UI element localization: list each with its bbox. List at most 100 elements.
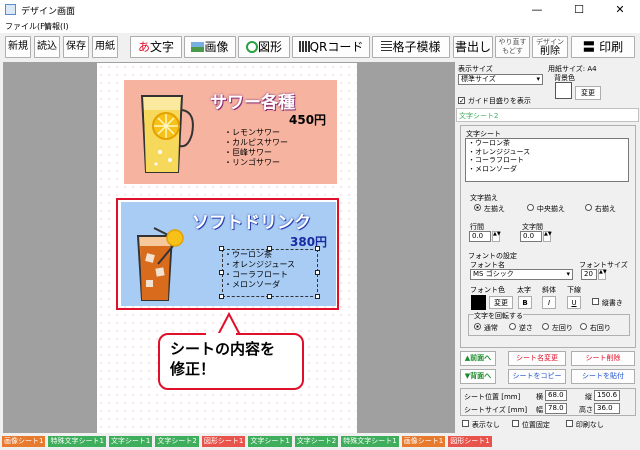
radio-icon [527,204,534,211]
font-color-swatch[interactable] [471,295,486,310]
lock-position-checkbox[interactable]: 位置固定 [512,420,550,430]
print-button-label: 印刷 [599,40,624,54]
sheet-tab[interactable]: 文字シート2 [294,436,339,447]
sheet-tab[interactable]: 図形シート1 [448,436,492,447]
rename-sheet-button[interactable]: シート名変更 [508,351,566,366]
sheet-tab[interactable]: 文字シート1 [108,436,153,447]
menu-file[interactable]: ファイル(F) [5,21,48,32]
char-gap-spinner[interactable]: ▲▼ [543,231,552,242]
qr-button[interactable]: QRコード [292,36,370,58]
sour-price: 450円 [289,113,327,127]
load-button[interactable]: 読込 [34,36,60,58]
font-size-input[interactable]: 20 [581,269,597,280]
resize-handle-t[interactable] [267,246,272,251]
grid-icon [381,41,393,52]
size-label: シートサイズ [mm] [464,406,528,414]
position-label: シート位置 [mm] [464,393,521,401]
print-button[interactable]: 〓 印刷 [571,36,635,58]
delete-sheet-button[interactable]: シート削除 [571,351,635,366]
sheet-tab[interactable]: 画像シート1 [401,436,446,447]
bg-color-change-button[interactable]: 変更 [575,86,601,100]
maximize-button[interactable]: ☐ [559,0,599,20]
line-gap-spinner[interactable]: ▲▼ [492,231,501,242]
chevron-down-icon: ▾ [536,75,540,83]
bg-color-swatch[interactable] [555,82,572,99]
window-title: デザイン画面 [21,7,76,17]
sheet-tab[interactable]: 文字シート2 [155,436,199,447]
grid-pattern-button[interactable]: 格子模様 [372,36,450,58]
new-button[interactable]: 新規 [5,36,31,58]
paper-button[interactable]: 用紙 [92,36,118,58]
resize-handle-br[interactable] [315,294,320,299]
resize-handle-bl[interactable] [219,294,224,299]
redo-label: やり直す [498,38,527,46]
line-gap-input[interactable]: 0.0 [469,231,491,242]
export-button[interactable]: 書出し [453,36,493,58]
circle-shape-icon [245,41,258,53]
horizontal-input[interactable]: 68.0 [545,390,567,401]
copy-sheet-button[interactable]: シートをコピー [508,369,566,384]
menu-info[interactable]: 情報(I) [44,21,69,32]
align-left-radio[interactable]: 左揃え [474,204,505,214]
resize-handle-tl[interactable] [219,246,224,251]
font-color-change-button[interactable]: 変更 [489,296,513,309]
design-delete-button[interactable]: デザイン 削除 [532,36,568,58]
save-button[interactable]: 保存 [63,36,89,58]
undo-button[interactable]: やり直す もどす [495,36,530,58]
sheet-tab[interactable]: 特殊文字シート1 [48,436,106,447]
underline-toggle[interactable]: U [567,296,581,309]
guide-checkbox[interactable]: ✓ ガイド目盛りを表示 [458,96,531,106]
menu-bar [0,20,640,33]
image-icon [191,42,205,52]
rotate-left-label: 左回り [551,324,573,332]
no-print-checkbox[interactable]: 印刷なし [566,420,604,430]
paste-sheet-button[interactable]: シートを貼付 [571,369,635,384]
app-icon [5,4,16,15]
sheet-tab[interactable]: 文字シート1 [248,436,292,447]
delete-label: 削除 [540,46,560,57]
width-input[interactable]: 78.0 [545,403,567,414]
rotate-right-radio[interactable]: 右回り [580,323,611,333]
text-content-area[interactable]: ・ウーロン茶 ・オレンジジュース ・コーラフロート ・メロンソーダ [465,138,629,182]
vertical-input[interactable]: 150.6 [594,390,620,401]
close-button[interactable]: ✕ [600,0,640,20]
display-size-select[interactable]: 標準サイズ ▾ [458,74,543,85]
rotate-normal-radio[interactable]: 通常 [474,323,498,333]
bold-toggle[interactable]: B [518,296,532,309]
sour-title: サワー各種 [210,93,295,113]
text-button[interactable]: あ文字 [130,36,182,58]
resize-handle-r[interactable] [315,270,320,275]
vertical-checkbox[interactable]: 縦書き [592,298,623,308]
font-name-value: MS ゴシック [473,270,514,278]
height-input[interactable]: 36.0 [594,403,620,414]
vertical-pos-label: 縦 [585,393,592,401]
resize-handle-tr[interactable] [315,246,320,251]
radio-icon [542,323,549,330]
italic-toggle[interactable]: I [542,296,556,309]
guide-check-icon: ✓ [458,97,465,105]
hide-checkbox[interactable]: 表示なし [462,420,500,430]
align-right-radio[interactable]: 右揃え [585,204,616,214]
send-back-button[interactable]: ▼背面へ [460,369,496,384]
grid-pattern-button-label: 格子模様 [392,40,441,54]
char-gap-input[interactable]: 0.0 [520,231,542,242]
resize-handle-b[interactable] [267,294,272,299]
resize-handle-l[interactable] [219,270,224,275]
check-icon [462,420,469,427]
align-center-radio[interactable]: 中央揃え [527,204,565,214]
align-label: 文字揃え [470,194,498,202]
minimize-button[interactable]: — [517,0,557,20]
sheet-tab[interactable]: 図形シート1 [201,436,246,447]
sheet-tab[interactable]: 特殊文字シート1 [341,436,399,447]
image-button[interactable]: 画像 [184,36,236,58]
shape-button[interactable]: 図形 [238,36,290,58]
vertical-label: 縦書き [601,299,623,307]
bring-front-button[interactable]: ▲前面へ [460,351,496,366]
font-size-spinner[interactable]: ▲▼ [598,269,607,280]
font-name-select[interactable]: MS ゴシック ▾ [470,269,573,280]
rotate-left-radio[interactable]: 左回り [542,323,573,333]
sheet-tab[interactable]: 画像シート1 [2,436,46,447]
radio-selected-icon [474,323,481,330]
rotate-reverse-radio[interactable]: 逆さ [509,323,533,333]
soft-drink-price: 380円 [290,235,328,249]
